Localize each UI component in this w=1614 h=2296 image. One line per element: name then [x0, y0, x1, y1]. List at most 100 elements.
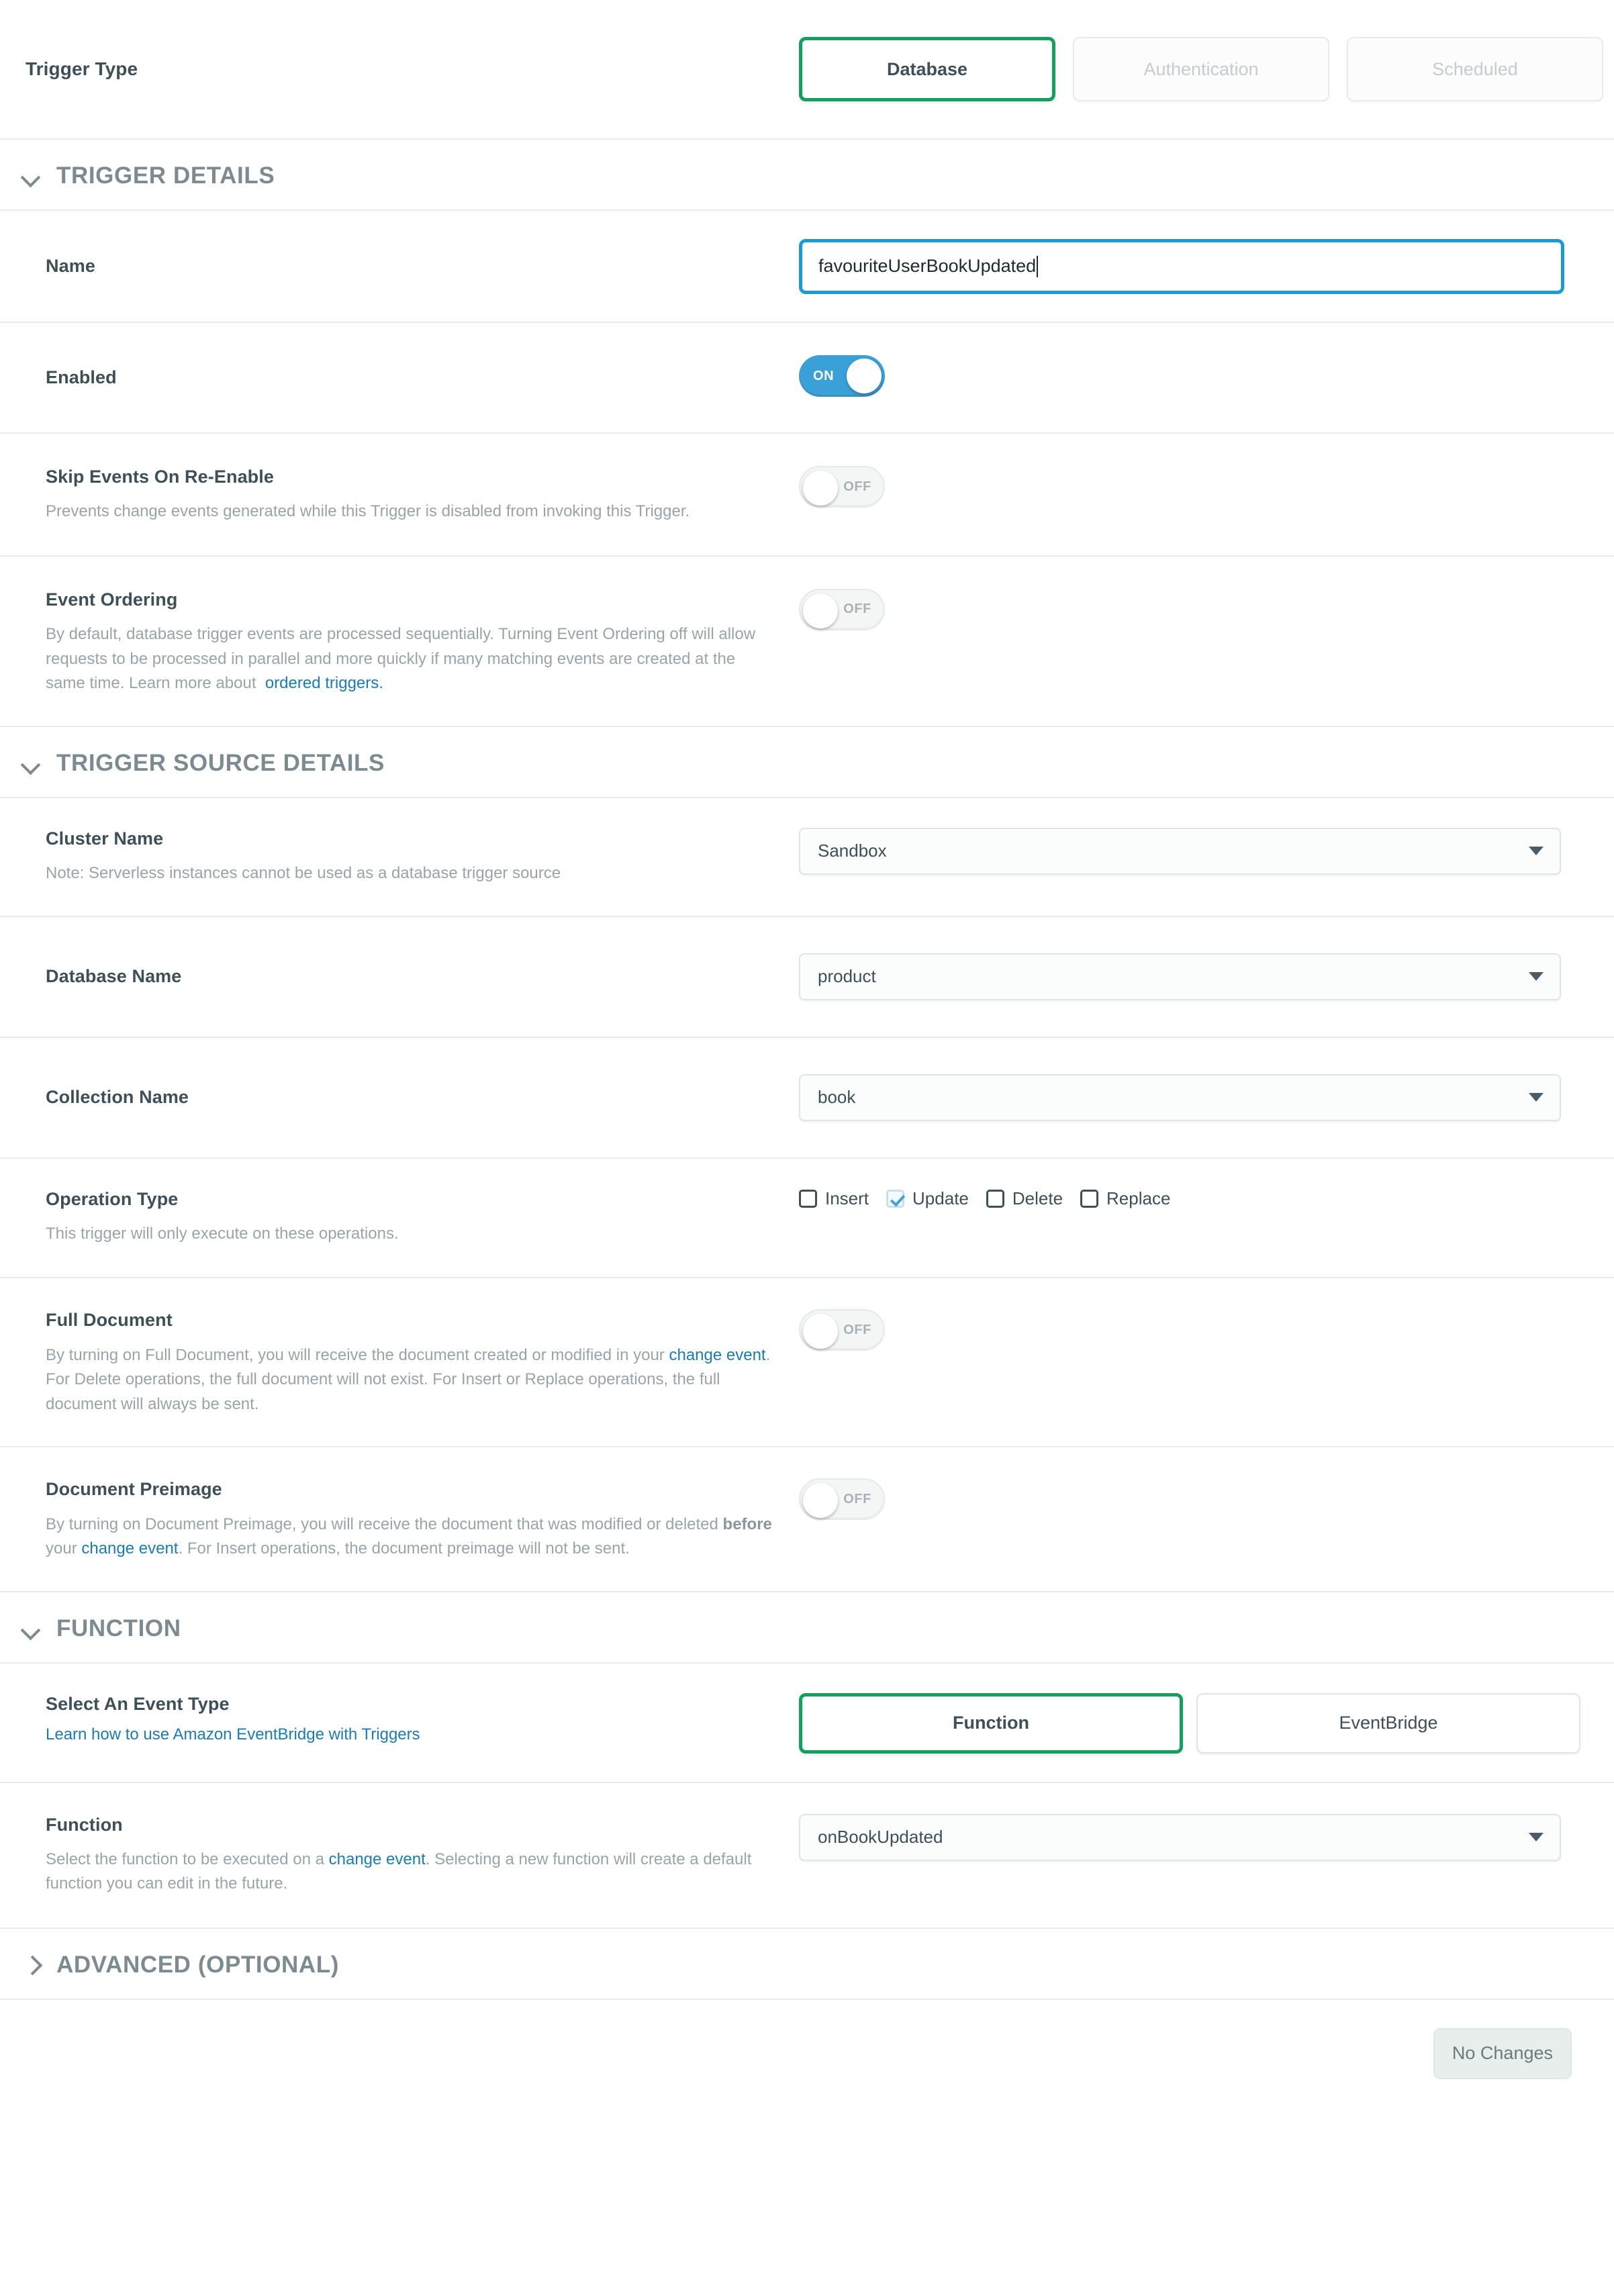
section-title-function: FUNCTION — [56, 1615, 181, 1641]
skip-events-toggle[interactable]: OFF — [799, 466, 885, 508]
save-button[interactable]: No Changes — [1433, 2027, 1572, 2079]
change-event-link[interactable]: change event — [81, 1539, 178, 1558]
section-header-trigger-source-details[interactable]: TRIGGER SOURCE DETAILS — [0, 727, 1614, 798]
checkbox-box-icon — [1080, 1189, 1099, 1208]
trigger-type-database-button[interactable]: Database — [799, 37, 1055, 101]
trigger-type-row: Trigger Type Database Authentication Sch… — [0, 0, 1614, 140]
row-cluster-name: Cluster Name Note: Serverless instances … — [0, 798, 1614, 917]
checkbox-checked-icon — [886, 1189, 905, 1208]
event-ordering-toggle[interactable]: OFF — [799, 588, 885, 630]
trigger-configuration-page: Trigger Type Database Authentication Sch… — [0, 0, 1614, 2127]
chevron-down-icon — [1529, 847, 1544, 856]
change-event-link[interactable]: change event — [329, 1850, 426, 1868]
operation-type-label: Operation Type — [46, 1188, 179, 1209]
row-event-ordering: Event Ordering By default, database trig… — [0, 557, 1614, 727]
operation-type-insert-checkbox[interactable]: Insert — [799, 1188, 869, 1209]
chevron-down-icon — [19, 164, 42, 187]
toggle-knob — [803, 1483, 838, 1519]
operation-type-description: This trigger will only execute on these … — [46, 1224, 399, 1243]
function-label: Function — [46, 1814, 123, 1835]
save-button-label: No Changes — [1452, 2043, 1553, 2064]
row-operation-type: Operation Type This trigger will only ex… — [0, 1159, 1614, 1279]
trigger-type-button-group: Database Authentication Scheduled — [799, 37, 1603, 101]
full-document-toggle[interactable]: OFF — [799, 1309, 885, 1351]
row-document-preimage: Document Preimage By turning on Document… — [0, 1447, 1614, 1592]
database-name-select[interactable]: product — [799, 953, 1561, 1000]
function-description: Select the function to be executed on a … — [46, 1848, 772, 1897]
document-preimage-toggle-state: OFF — [843, 1491, 871, 1506]
skip-events-description: Prevents change events generated while t… — [46, 502, 690, 521]
full-document-desc-part1: By turning on Full Document, you will re… — [46, 1345, 665, 1364]
full-document-control-col: OFF — [799, 1309, 1586, 1354]
document-preimage-label-col: Document Preimage By turning on Document… — [0, 1478, 799, 1561]
name-label-col: Name — [0, 255, 799, 277]
change-event-link[interactable]: change event — [669, 1346, 765, 1364]
document-preimage-desc-part1: By turning on Document Preimage, you wil… — [46, 1515, 718, 1533]
toggle-knob — [803, 593, 838, 628]
section-header-advanced[interactable]: ADVANCED (OPTIONAL) — [0, 1929, 1614, 2000]
chevron-down-icon — [1529, 972, 1544, 982]
trigger-type-label: Trigger Type — [26, 58, 138, 80]
section-title-trigger-source-details: TRIGGER SOURCE DETAILS — [56, 749, 385, 776]
name-input-value: favouriteUserBookUpdated — [818, 256, 1037, 276]
checkbox-box-icon — [799, 1189, 817, 1208]
name-control-col: favouriteUserBookUpdated — [799, 238, 1586, 294]
operation-type-insert-label: Insert — [825, 1188, 869, 1208]
ordered-triggers-link[interactable]: ordered triggers. — [265, 674, 383, 692]
operation-type-delete-label: Delete — [1012, 1188, 1063, 1208]
select-event-type-label: Select An Event Type — [46, 1693, 230, 1714]
trigger-type-authentication-button[interactable]: Authentication — [1073, 37, 1329, 101]
full-document-description: By turning on Full Document, you will re… — [46, 1343, 772, 1417]
cluster-name-description: Note: Serverless instances cannot be use… — [46, 864, 561, 883]
database-name-label-col: Database Name — [0, 965, 799, 987]
collection-name-selected-value: book — [818, 1087, 856, 1108]
chevron-right-icon — [19, 1954, 42, 1976]
eventbridge-docs-link[interactable]: Learn how to use Amazon EventBridge with… — [46, 1725, 420, 1743]
event-ordering-toggle-state: OFF — [843, 602, 871, 617]
select-event-type-control-col: Function EventBridge — [799, 1692, 1586, 1754]
function-select[interactable]: onBookUpdated — [799, 1813, 1561, 1861]
row-enabled: Enabled ON — [0, 323, 1614, 434]
operation-type-checkbox-group: Insert Update Delete Replace — [799, 1188, 1586, 1209]
event-ordering-desc-text: By default, database trigger events are … — [46, 625, 756, 693]
operation-type-replace-checkbox[interactable]: Replace — [1080, 1188, 1170, 1209]
toggle-knob — [803, 471, 838, 506]
section-header-function[interactable]: FUNCTION — [0, 1592, 1614, 1664]
document-preimage-toggle[interactable]: OFF — [799, 1478, 885, 1521]
operation-type-update-checkbox[interactable]: Update — [886, 1188, 969, 1209]
select-event-type-link-row: Learn how to use Amazon EventBridge with… — [46, 1725, 772, 1744]
name-input[interactable]: favouriteUserBookUpdated — [799, 238, 1564, 294]
trigger-type-scheduled-button[interactable]: Scheduled — [1347, 37, 1603, 101]
event-type-eventbridge-label: EventBridge — [1339, 1713, 1438, 1733]
event-type-button-group: Function EventBridge — [799, 1692, 1586, 1754]
document-preimage-description: By turning on Document Preimage, you wil… — [46, 1513, 772, 1562]
enabled-toggle[interactable]: ON — [799, 355, 885, 397]
chevron-down-icon — [1529, 1833, 1544, 1841]
event-ordering-control-col: OFF — [799, 588, 1586, 634]
operation-type-control-col: Insert Update Delete Replace — [799, 1188, 1586, 1209]
cluster-name-label-col: Cluster Name Note: Serverless instances … — [0, 828, 799, 886]
chevron-down-icon — [19, 752, 42, 775]
event-type-function-button[interactable]: Function — [799, 1692, 1183, 1754]
event-type-eventbridge-button[interactable]: EventBridge — [1196, 1692, 1580, 1754]
collection-name-label-col: Collection Name — [0, 1086, 799, 1108]
section-title-advanced: ADVANCED (OPTIONAL) — [56, 1951, 340, 1978]
function-control-col: onBookUpdated — [799, 1813, 1586, 1861]
event-ordering-description: By default, database trigger events are … — [46, 622, 772, 696]
section-header-trigger-details[interactable]: TRIGGER DETAILS — [0, 140, 1614, 211]
skip-events-label: Skip Events On Re-Enable — [46, 467, 274, 487]
trigger-type-authentication-label: Authentication — [1143, 58, 1259, 79]
event-ordering-label-col: Event Ordering By default, database trig… — [0, 589, 799, 696]
cluster-name-label: Cluster Name — [46, 828, 164, 849]
name-label: Name — [46, 256, 95, 277]
cluster-name-select[interactable]: Sandbox — [799, 827, 1561, 875]
skip-events-toggle-state: OFF — [843, 479, 871, 494]
toggle-knob — [803, 1314, 838, 1349]
operation-type-delete-checkbox[interactable]: Delete — [986, 1188, 1063, 1209]
collection-name-select[interactable]: book — [799, 1073, 1561, 1121]
full-document-toggle-state: OFF — [843, 1322, 871, 1337]
database-name-selected-value: product — [818, 966, 876, 987]
cluster-name-control-col: Sandbox — [799, 827, 1586, 875]
chevron-down-icon — [1529, 1093, 1544, 1102]
skip-events-control-col: OFF — [799, 466, 1586, 511]
